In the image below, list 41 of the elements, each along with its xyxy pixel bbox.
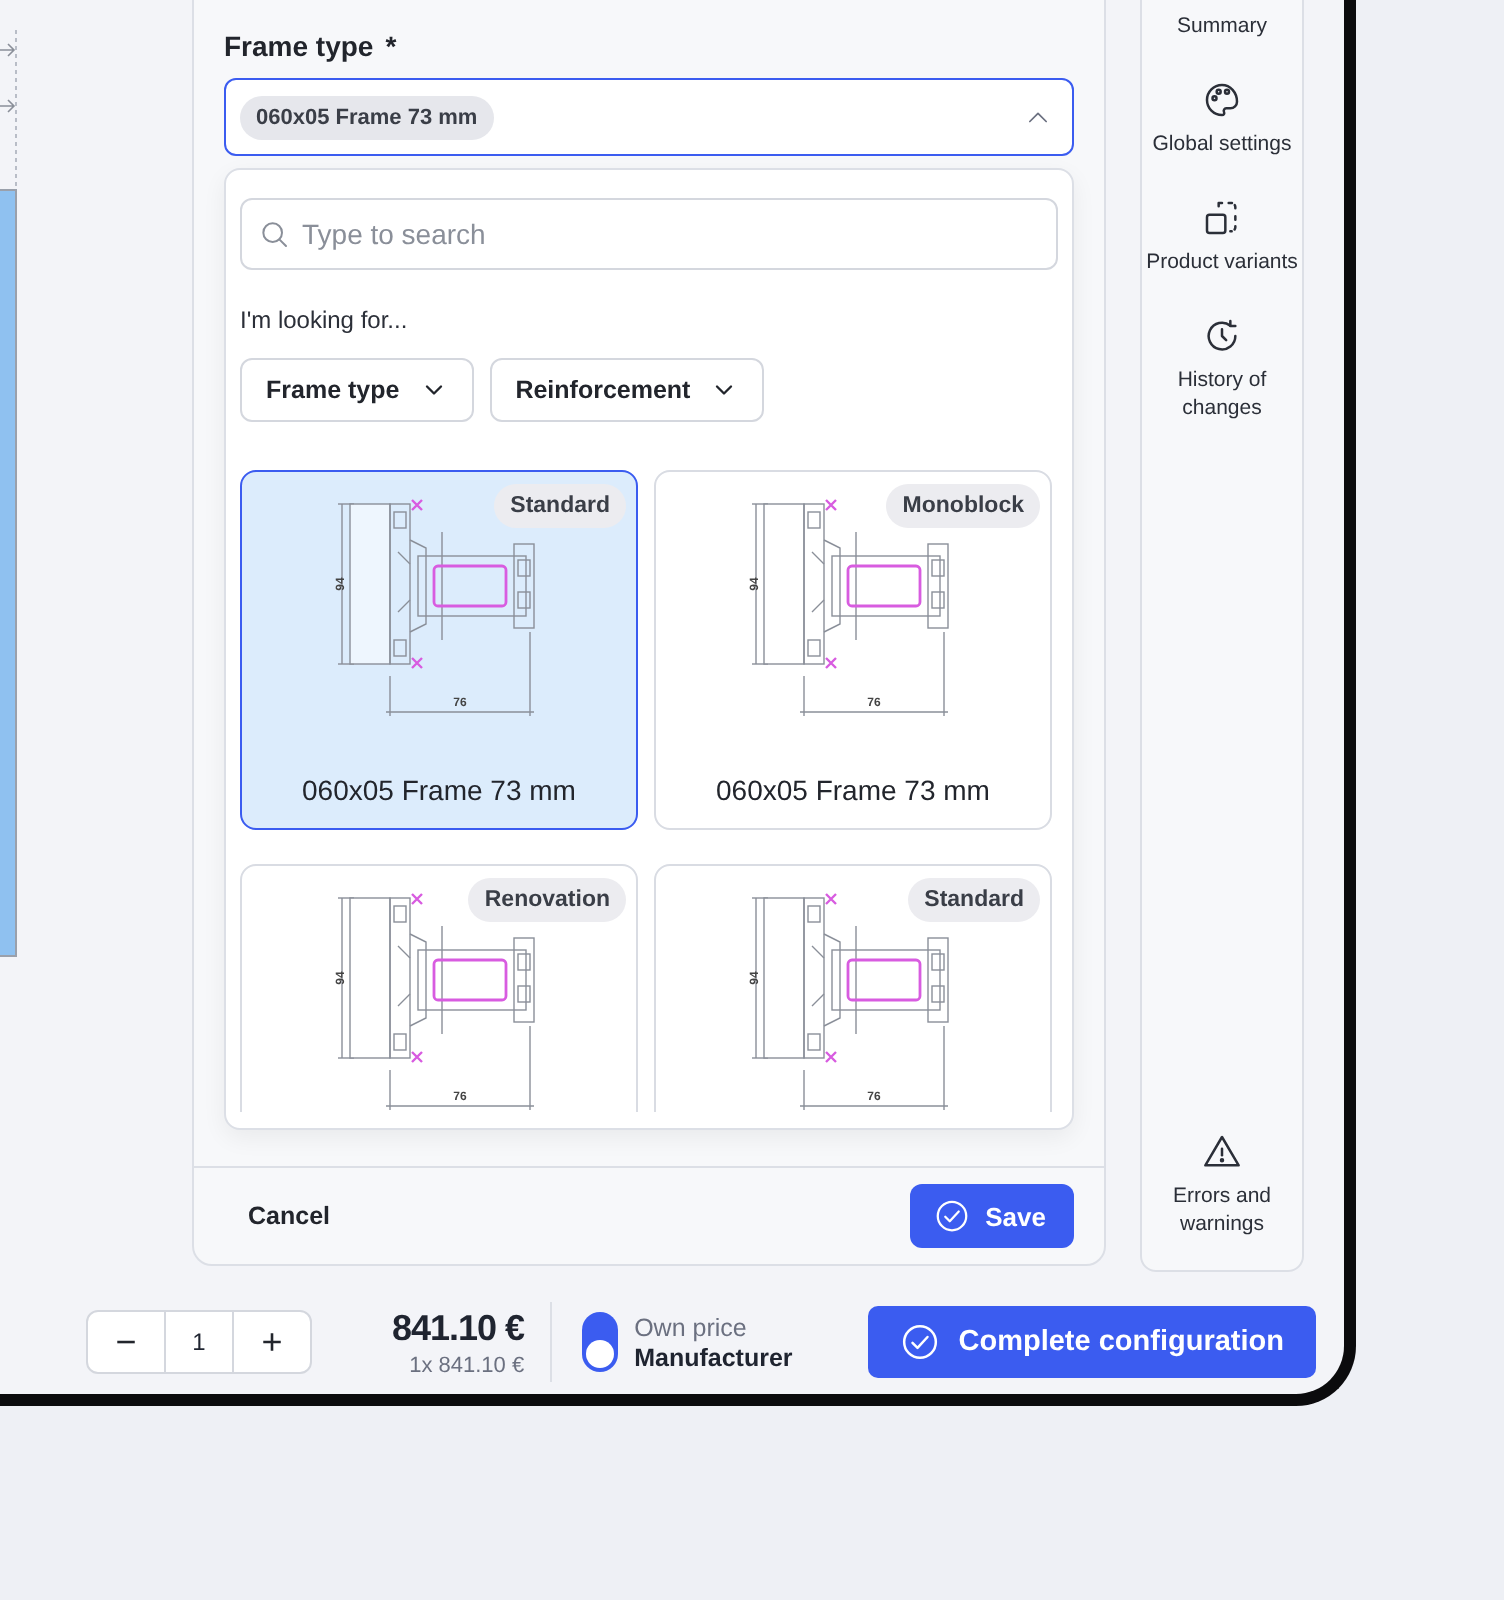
sidebar-item-label: History of changes bbox=[1175, 366, 1269, 422]
unit-price: 1x 841.10 € bbox=[409, 1353, 525, 1377]
selected-value-chip: 060x05 Frame 73 mm bbox=[240, 95, 494, 139]
quantity-value[interactable]: 1 bbox=[164, 1312, 234, 1372]
dashed-squares-icon bbox=[1202, 198, 1242, 238]
complete-configuration-button[interactable]: Complete configuration bbox=[868, 1306, 1316, 1378]
sidebar-item-label: Product variants bbox=[1146, 248, 1298, 276]
search-field[interactable]: Type to search bbox=[240, 198, 1058, 270]
field-label: Frame type bbox=[224, 30, 374, 62]
save-button[interactable]: Save bbox=[909, 1184, 1074, 1248]
price-toggle[interactable] bbox=[582, 1312, 619, 1372]
required-mark: * bbox=[385, 30, 397, 62]
total-price: 841.10 € bbox=[392, 1307, 525, 1349]
sidebar-item[interactable]: History of changes bbox=[1142, 316, 1302, 422]
filter-dropdown[interactable]: Reinforcement bbox=[489, 358, 765, 422]
category-tag: Renovation bbox=[468, 878, 626, 922]
cancel-button[interactable]: Cancel bbox=[248, 1194, 330, 1238]
filter-prompt: I'm looking for... bbox=[240, 306, 410, 334]
sidebar-item-label: Summary bbox=[1177, 12, 1267, 40]
option-name: 060x05 Frame 73 mm bbox=[716, 774, 990, 806]
history-icon bbox=[1202, 316, 1242, 356]
category-tag: Standard bbox=[908, 878, 1040, 922]
category-tag: Monoblock bbox=[886, 484, 1040, 528]
check-circle-icon bbox=[900, 1322, 941, 1362]
frame-type-select[interactable]: 060x05 Frame 73 mm bbox=[224, 78, 1074, 156]
sidebar-item-label: Global settings bbox=[1152, 130, 1292, 158]
filter-dropdown[interactable]: Frame type bbox=[240, 358, 474, 422]
check-circle-icon bbox=[933, 1198, 970, 1234]
toggle-label: Own price bbox=[634, 1313, 749, 1341]
increment-button[interactable]: + bbox=[234, 1312, 310, 1372]
decrement-button[interactable]: − bbox=[88, 1312, 164, 1372]
category-tag: Standard bbox=[494, 484, 626, 528]
search-icon bbox=[258, 218, 290, 250]
sidebar-item[interactable]: Product variants bbox=[1142, 198, 1302, 276]
warning-icon bbox=[1202, 1132, 1242, 1172]
option-name: 060x05 Frame 73 mm bbox=[302, 774, 576, 806]
toggle-value: Manufacturer bbox=[634, 1343, 793, 1371]
sidebar-item[interactable]: Errors and warnings bbox=[1142, 1132, 1302, 1238]
sidebar-item[interactable]: Global settings bbox=[1142, 80, 1302, 158]
sidebar-item-label: Errors and warnings bbox=[1170, 1182, 1274, 1238]
palette-icon bbox=[1202, 80, 1242, 120]
